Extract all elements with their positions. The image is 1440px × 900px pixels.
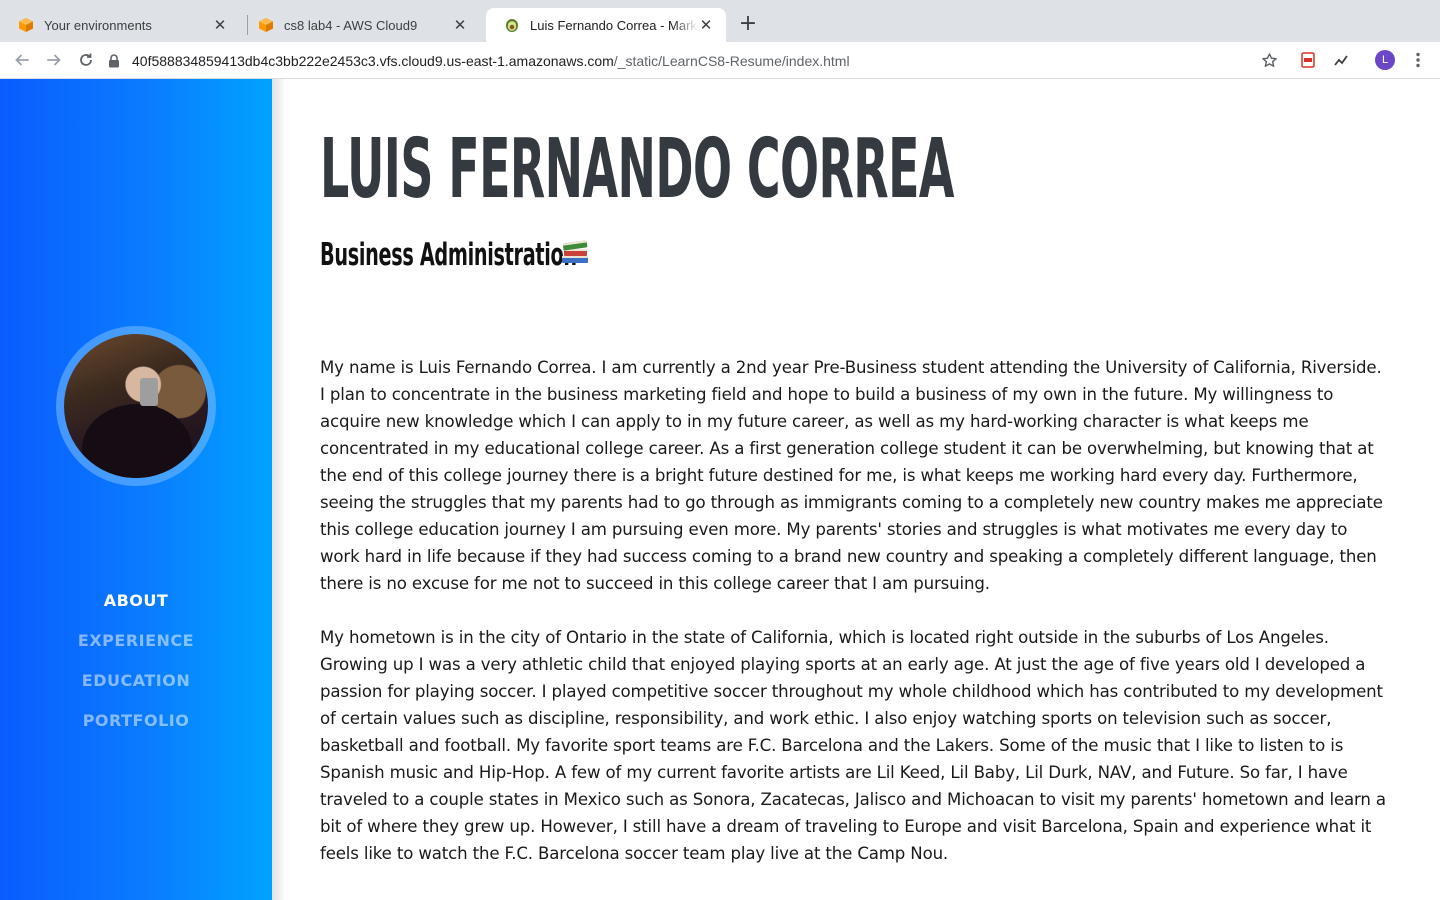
tab-luis-fernando-correa[interactable]: Luis Fernando Correa - Marketing ✕ bbox=[486, 8, 726, 42]
url-path: /_static/LearnCS8-Resume/index.html bbox=[613, 52, 850, 69]
profile-avatar: L bbox=[1375, 50, 1395, 70]
tab-title: Luis Fernando Correa - Marketing bbox=[530, 17, 698, 33]
page-subtitle: Business Administration bbox=[320, 237, 577, 273]
tab-title: cs8 lab4 - AWS Cloud9 bbox=[284, 17, 418, 33]
url-host: 40f588834859413db4c3bb222e2453c3.vfs.clo… bbox=[132, 52, 614, 69]
nav-education[interactable]: EDUCATION bbox=[0, 671, 272, 711]
tab-your-environments[interactable]: Your environments ✕ bbox=[0, 8, 240, 42]
profile-photo-phone bbox=[140, 378, 158, 406]
address-bar[interactable]: 40f588834859413db4c3bb222e2453c3.vfs.clo… bbox=[108, 46, 1288, 75]
tab-title: Your environments bbox=[44, 17, 152, 33]
sidebar-shadow bbox=[272, 79, 286, 900]
browser-toolbar: 40f588834859413db4c3bb222e2453c3.vfs.clo… bbox=[0, 42, 1440, 79]
arrow-right-icon bbox=[47, 54, 61, 66]
avocado-icon bbox=[506, 19, 518, 32]
bio: My name is Luis Fernando Correa. I am cu… bbox=[320, 354, 1390, 894]
bio-paragraph: My hometown is in the city of Ontario in… bbox=[320, 628, 1386, 863]
new-tab-button[interactable]: + bbox=[736, 12, 760, 36]
nav-portfolio[interactable]: PORTFOLIO bbox=[0, 711, 272, 751]
aws-cube-icon bbox=[259, 18, 273, 32]
page-title: LUIS FERNANDO CORREA bbox=[320, 122, 954, 217]
close-icon[interactable]: ✕ bbox=[452, 16, 468, 34]
more-vertical-icon bbox=[1416, 52, 1420, 68]
profile-button[interactable]: L bbox=[1375, 50, 1395, 70]
close-icon[interactable]: ✕ bbox=[698, 16, 714, 34]
analytics-extension-button[interactable] bbox=[1331, 50, 1351, 70]
browser-menu-button[interactable] bbox=[1408, 50, 1428, 70]
aws-cube-icon bbox=[19, 18, 33, 32]
reload-icon bbox=[80, 53, 92, 66]
forward-button[interactable] bbox=[42, 48, 66, 72]
sidebar: ABOUT EXPERIENCE EDUCATION PORTFOLIO bbox=[0, 79, 272, 900]
bio-paragraph: My name is Luis Fernando Correa. I am cu… bbox=[320, 358, 1383, 593]
pdf-icon bbox=[1301, 52, 1315, 68]
sidebar-nav: ABOUT EXPERIENCE EDUCATION PORTFOLIO bbox=[0, 591, 272, 751]
pdf-extension-button[interactable] bbox=[1298, 50, 1318, 70]
profile-photo-frame bbox=[56, 326, 216, 486]
lock-icon bbox=[109, 53, 119, 67]
tab-cs8-lab4[interactable]: cs8 lab4 - AWS Cloud9 ✕ bbox=[240, 8, 480, 42]
reload-button[interactable] bbox=[74, 48, 98, 72]
back-button[interactable] bbox=[10, 48, 34, 72]
profile-photo bbox=[64, 334, 208, 478]
nav-about[interactable]: ABOUT bbox=[0, 591, 272, 631]
star-icon bbox=[1261, 52, 1277, 67]
profile-photo-figure bbox=[82, 404, 192, 478]
browser-tab-strip: Your environments ✕ cs8 lab4 - AWS Cloud… bbox=[0, 0, 1440, 42]
bookmark-star-button[interactable] bbox=[1259, 50, 1279, 70]
line-graph-icon bbox=[1334, 55, 1348, 66]
arrow-left-icon bbox=[15, 54, 29, 66]
books-icon bbox=[562, 240, 588, 263]
close-icon[interactable]: ✕ bbox=[212, 16, 228, 34]
nav-experience[interactable]: EXPERIENCE bbox=[0, 631, 272, 671]
